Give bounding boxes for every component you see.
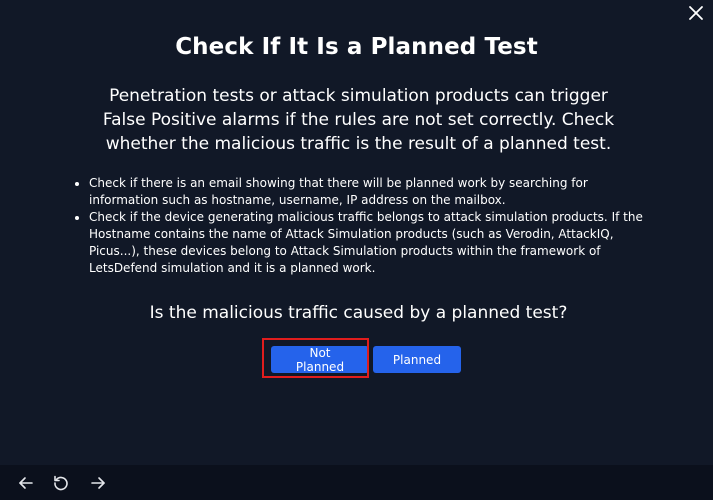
rotate-ccw-icon: [54, 475, 68, 491]
reset-button[interactable]: [52, 474, 70, 492]
arrow-left-icon: [19, 477, 33, 489]
intro-text: Penetration tests or attack simulation p…: [102, 86, 615, 154]
question-text: Is the malicious traffic caused by a pla…: [149, 303, 568, 323]
list-item: Check if the device generating malicious…: [89, 209, 649, 277]
back-button[interactable]: [17, 474, 35, 492]
dialog-title: Check If It Is a Planned Test: [175, 34, 538, 60]
navigation-bar: [0, 465, 713, 500]
planned-button[interactable]: Planned: [373, 346, 461, 373]
not-planned-button[interactable]: Not Planned: [271, 346, 369, 374]
close-button[interactable]: [687, 4, 705, 22]
forward-button[interactable]: [89, 474, 107, 492]
list-item: Check if there is an email showing that …: [89, 175, 649, 209]
arrow-right-icon: [91, 477, 105, 489]
answer-buttons: Not Planned Planned: [271, 346, 461, 374]
close-icon: [689, 6, 703, 20]
planned-test-dialog: Check If It Is a Planned Test Penetratio…: [0, 0, 713, 465]
steps-list: Check if there is an email showing that …: [71, 175, 649, 277]
